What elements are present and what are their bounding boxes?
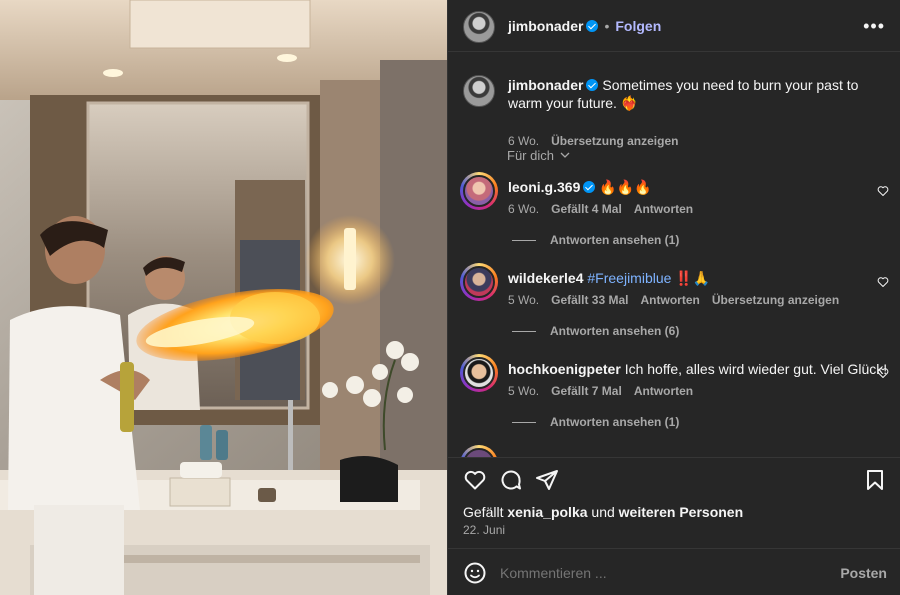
view-replies-label: Antworten ansehen (1) (550, 415, 680, 429)
view-replies-label: Antworten ansehen (6) (550, 324, 680, 338)
comment-likes[interactable]: Gefällt 33 Mal (551, 293, 628, 307)
commenter-avatar[interactable] (460, 354, 498, 392)
caption-avatar[interactable] (463, 75, 495, 107)
post-header: jimbonader • Folgen ••• (448, 0, 900, 52)
comment-reply-link[interactable]: Antworten (634, 202, 693, 216)
comment-meta: 5 Wo. Gefällt 33 Mal Antworten Übersetzung … (508, 293, 839, 307)
emoji-icon[interactable] (463, 561, 487, 585)
comment-username[interactable]: leoni.g.369 (508, 179, 580, 195)
author-info: jimbonader • Folgen (508, 18, 661, 36)
comments-scroll-area[interactable]: jimbonader Sometimes you need to burn yo… (448, 52, 900, 457)
likes-prefix: Gefällt (463, 504, 508, 520)
caption-text-block: jimbonader Sometimes you need to burn yo… (508, 76, 878, 112)
post-date[interactable]: 22. Juni (463, 523, 505, 537)
replies-line (512, 422, 536, 424)
caption-username[interactable]: jimbonader (508, 77, 583, 93)
verified-badge-icon (586, 79, 599, 91)
replies-line (512, 240, 536, 242)
comment-meta: 5 Wo. Gefällt 7 Mal Antworten (508, 384, 693, 398)
view-replies-link[interactable]: Antworten ansehen (1) (512, 415, 679, 429)
commenter-avatar[interactable] (460, 445, 498, 457)
separator: • (604, 18, 610, 34)
likes-others[interactable]: weiteren Personen (619, 504, 744, 520)
comment-translate-link[interactable]: Übersetzung anzeigen (712, 293, 839, 307)
comment-likes[interactable]: Gefällt 7 Mal (551, 384, 622, 398)
caption-meta: 6 Wo. Übersetzung anzeigen (508, 134, 678, 148)
comment-heart-icon[interactable] (877, 185, 889, 197)
comment-text-block: leoni.g.369 🔥🔥🔥 (508, 178, 652, 196)
comment-text-block: hochkoenigpeter Ich hoffe, alles wird wi… (508, 360, 887, 378)
post-actions: Gefällt xenia_polka und weiteren Persone… (448, 457, 900, 547)
post-sidebar: jimbonader • Folgen ••• jimbonader Sometim… (447, 0, 900, 595)
comment-text: Ich hoffe, alles wird wieder gut. Viel G… (624, 361, 888, 377)
comment-meta: 6 Wo. Gefällt 4 Mal Antworten (508, 202, 693, 216)
bookmark-icon[interactable] (863, 468, 887, 492)
comment-text-block: wildekerle4 #Freejimiblue ‼️🙏 (508, 269, 710, 287)
more-options-icon[interactable]: ••• (863, 16, 885, 37)
comment-username[interactable]: wildekerle4 (508, 270, 584, 286)
comment-filter-label[interactable]: Für dich (507, 148, 554, 163)
comment-hashtag[interactable]: #Freejimiblue (587, 270, 671, 286)
heart-icon[interactable] (463, 468, 487, 492)
post-photo[interactable] (0, 0, 447, 595)
view-replies-link[interactable]: Antworten ansehen (1) (512, 233, 679, 247)
likes-user[interactable]: xenia_polka (507, 504, 587, 520)
share-icon[interactable] (535, 468, 559, 492)
chevron-down-icon (560, 152, 570, 158)
comment-text: 🔥🔥🔥 (599, 179, 652, 195)
verified-badge-icon (586, 20, 599, 32)
likes-middle: und (587, 504, 619, 520)
comment-text: ‼️🙏 (671, 270, 711, 286)
comment-bar: Posten (448, 548, 900, 595)
comment-item: leoni.g.369 🔥🔥🔥 6 Wo. Gefällt 4 Mal Antwor… (448, 172, 900, 252)
caption: jimbonader Sometimes you need to burn yo… (448, 72, 900, 148)
comment-reply-link[interactable]: Antworten (634, 384, 693, 398)
comment-heart-icon[interactable] (877, 276, 889, 288)
follow-button[interactable]: Folgen (615, 18, 661, 34)
comment-input[interactable] (500, 565, 820, 581)
likes-summary[interactable]: Gefällt xenia_polka und weiteren Persone… (463, 504, 743, 520)
replies-line (512, 331, 536, 333)
comment-time[interactable]: 5 Wo. (508, 293, 539, 307)
comment-item: wildekerle4 #Freejimiblue ‼️🙏 5 Wo. Gefäl… (448, 263, 900, 343)
author-username[interactable]: jimbonader (508, 18, 583, 34)
comment-item-partial (448, 445, 900, 457)
comment-likes[interactable]: Gefällt 4 Mal (551, 202, 622, 216)
comment-time[interactable]: 5 Wo. (508, 384, 539, 398)
commenter-avatar[interactable] (460, 263, 498, 301)
caption-time[interactable]: 6 Wo. (508, 134, 539, 148)
author-avatar[interactable] (463, 11, 495, 43)
photo-scene (0, 0, 447, 595)
comment-item: hochkoenigpeter Ich hoffe, alles wird wi… (448, 354, 900, 434)
comment-heart-icon[interactable] (877, 367, 889, 379)
comment-reply-link[interactable]: Antworten (641, 293, 700, 307)
comment-filter[interactable]: Für dich (448, 148, 900, 168)
comment-icon[interactable] (499, 468, 523, 492)
comment-username[interactable]: hochkoenigpeter (508, 361, 621, 377)
view-replies-label: Antworten ansehen (1) (550, 233, 680, 247)
caption-translate-link[interactable]: Übersetzung anzeigen (551, 134, 678, 148)
view-replies-link[interactable]: Antworten ansehen (6) (512, 324, 679, 338)
verified-badge-icon (583, 181, 596, 193)
comment-time[interactable]: 6 Wo. (508, 202, 539, 216)
commenter-avatar[interactable] (460, 172, 498, 210)
post-button[interactable]: Posten (840, 565, 887, 581)
